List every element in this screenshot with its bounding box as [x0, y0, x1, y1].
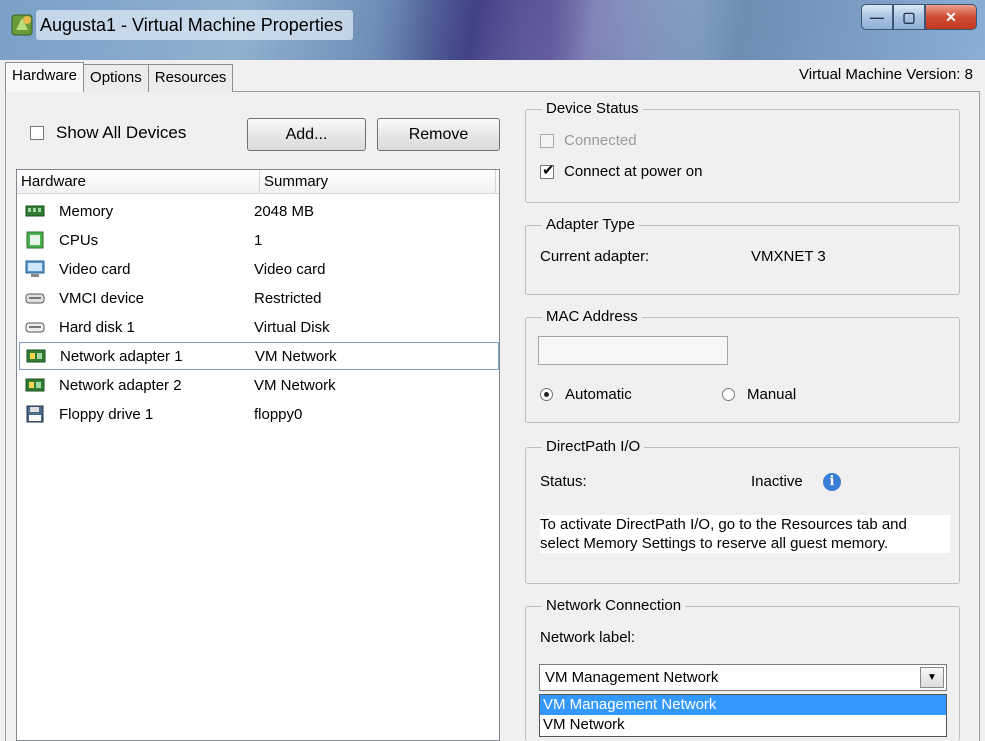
info-icon[interactable]: i [823, 473, 841, 491]
hardware-summary: Restricted [254, 289, 322, 307]
harddisk-icon [25, 322, 45, 333]
hardware-summary: VM Network [254, 376, 336, 394]
hardware-list-header: Hardware Summary [17, 170, 499, 194]
hardware-name: Video card [59, 260, 131, 278]
connected-checkbox[interactable]: Connected [540, 132, 637, 149]
manual-radio[interactable]: Manual [722, 386, 796, 403]
hardware-name: Floppy drive 1 [59, 405, 154, 423]
column-header-hardware[interactable]: Hardware [17, 170, 260, 194]
hardware-row-cpus[interactable]: CPUs 1 [19, 226, 499, 254]
floppy-icon [26, 405, 44, 423]
tab-resources[interactable]: Resources [147, 64, 234, 92]
checkbox-box[interactable] [30, 126, 44, 140]
automatic-radio[interactable]: Automatic [540, 386, 632, 403]
checkbox-box[interactable]: ✔ [540, 161, 555, 179]
adapter-type-group: Adapter Type Current adapter: VMXNET 3 [525, 216, 960, 295]
hardware-summary: 2048 MB [254, 202, 315, 220]
chevron-down-icon: ▼ [927, 672, 937, 683]
network-label-caption: Network label: [540, 629, 636, 646]
radio-dot[interactable] [722, 388, 735, 401]
directpath-description: To activate DirectPath I/O, go to the Re… [540, 515, 950, 553]
connect-at-power-on-label: Connect at power on [564, 163, 703, 180]
network-adapter-icon [25, 378, 45, 392]
network-label-dropdown-list[interactable]: VM Management Network VM Network [539, 694, 947, 737]
hardware-row-memory[interactable]: Memory 2048 MB [19, 197, 499, 225]
network-label-select[interactable]: VM Management Network ▼ [539, 664, 947, 691]
cpu-icon [26, 231, 44, 249]
connected-label: Connected [564, 132, 637, 149]
current-adapter-label: Current adapter: [540, 248, 650, 265]
dropdown-option[interactable]: VM Management Network [540, 695, 946, 715]
mac-address-input[interactable] [538, 336, 728, 365]
current-adapter-value: VMXNET 3 [751, 248, 826, 265]
hardware-row-network-adapter-1[interactable]: Network adapter 1 VM Network [19, 342, 499, 370]
minimize-icon: — [870, 9, 884, 25]
checkbox-box[interactable] [540, 133, 554, 148]
radio-dot[interactable] [540, 388, 553, 401]
maximize-button[interactable]: ▢ [893, 4, 925, 30]
remove-button[interactable]: Remove [377, 118, 500, 151]
hardware-name: Network adapter 1 [60, 347, 183, 365]
vm-app-icon [11, 14, 33, 36]
hardware-row-network-adapter-2[interactable]: Network adapter 2 VM Network [19, 371, 499, 399]
directpath-group: DirectPath I/O Status: Inactive i To act… [525, 438, 960, 584]
hardware-row-video-card[interactable]: Video card Video card [19, 255, 499, 283]
tab-strip: Hardware Options Resources [5, 62, 234, 92]
network-label-selected-value: VM Management Network [545, 669, 719, 686]
hardware-summary: VM Network [255, 347, 337, 365]
hardware-name: Network adapter 2 [59, 376, 182, 394]
hardware-name: Memory [59, 202, 114, 220]
network-connection-title: Network Connection [542, 597, 686, 615]
connect-at-power-on-checkbox[interactable]: ✔ Connect at power on [540, 161, 703, 180]
hardware-row-floppy-drive-1[interactable]: Floppy drive 1 floppy0 [19, 400, 499, 428]
close-icon: ✕ [945, 8, 957, 25]
network-adapter-icon [26, 349, 46, 363]
mac-address-title: MAC Address [542, 308, 642, 326]
automatic-label: Automatic [565, 386, 632, 403]
memory-icon [25, 205, 45, 217]
mac-address-group: MAC Address Automatic Manual [525, 308, 960, 423]
device-status-group: Device Status Connected ✔ Connect at pow… [525, 100, 960, 203]
dropdown-arrow-button[interactable]: ▼ [920, 667, 944, 688]
monitor-icon [25, 260, 45, 277]
hardware-row-vmci-device[interactable]: VMCI device Restricted [19, 284, 499, 312]
manual-label: Manual [747, 386, 797, 403]
show-all-devices-label: Show All Devices [56, 123, 187, 142]
title-bar-shading [400, 0, 700, 60]
add-button[interactable]: Add... [247, 118, 366, 151]
maximize-icon: ▢ [902, 8, 916, 25]
window-title: Augusta1 - Virtual Machine Properties [36, 10, 353, 40]
status-value: Inactive [751, 473, 803, 490]
show-all-devices-checkbox[interactable]: Show All Devices [30, 120, 186, 146]
status-label: Status: [540, 473, 587, 490]
device-status-title: Device Status [542, 100, 643, 118]
hardware-summary: floppy0 [254, 405, 303, 423]
hardware-summary: 1 [254, 231, 263, 249]
device-icon [25, 293, 45, 304]
close-button[interactable]: ✕ [925, 4, 977, 30]
vm-version-label: Virtual Machine Version: 8 [799, 66, 973, 83]
window-controls: — ▢ ✕ [861, 4, 977, 34]
minimize-button[interactable]: — [861, 4, 893, 30]
title-bar[interactable]: Augusta1 - Virtual Machine Properties — … [0, 0, 985, 60]
hardware-name: VMCI device [59, 289, 145, 307]
dropdown-option[interactable]: VM Network [540, 715, 946, 735]
column-header-summary[interactable]: Summary [260, 170, 496, 194]
hardware-list[interactable]: Hardware Summary Memory 2048 MB CPUs 1 V… [16, 169, 500, 741]
directpath-title: DirectPath I/O [542, 438, 645, 456]
hardware-name: CPUs [59, 231, 99, 249]
checkmark-icon: ✔ [542, 161, 555, 179]
tab-options[interactable]: Options [83, 64, 149, 92]
hardware-row-hard-disk-1[interactable]: Hard disk 1 Virtual Disk [19, 313, 499, 341]
hardware-summary: Video card [254, 260, 326, 278]
adapter-type-title: Adapter Type [542, 216, 639, 234]
hardware-summary: Virtual Disk [254, 318, 330, 336]
tab-hardware[interactable]: Hardware [5, 62, 85, 92]
hardware-name: Hard disk 1 [59, 318, 135, 336]
